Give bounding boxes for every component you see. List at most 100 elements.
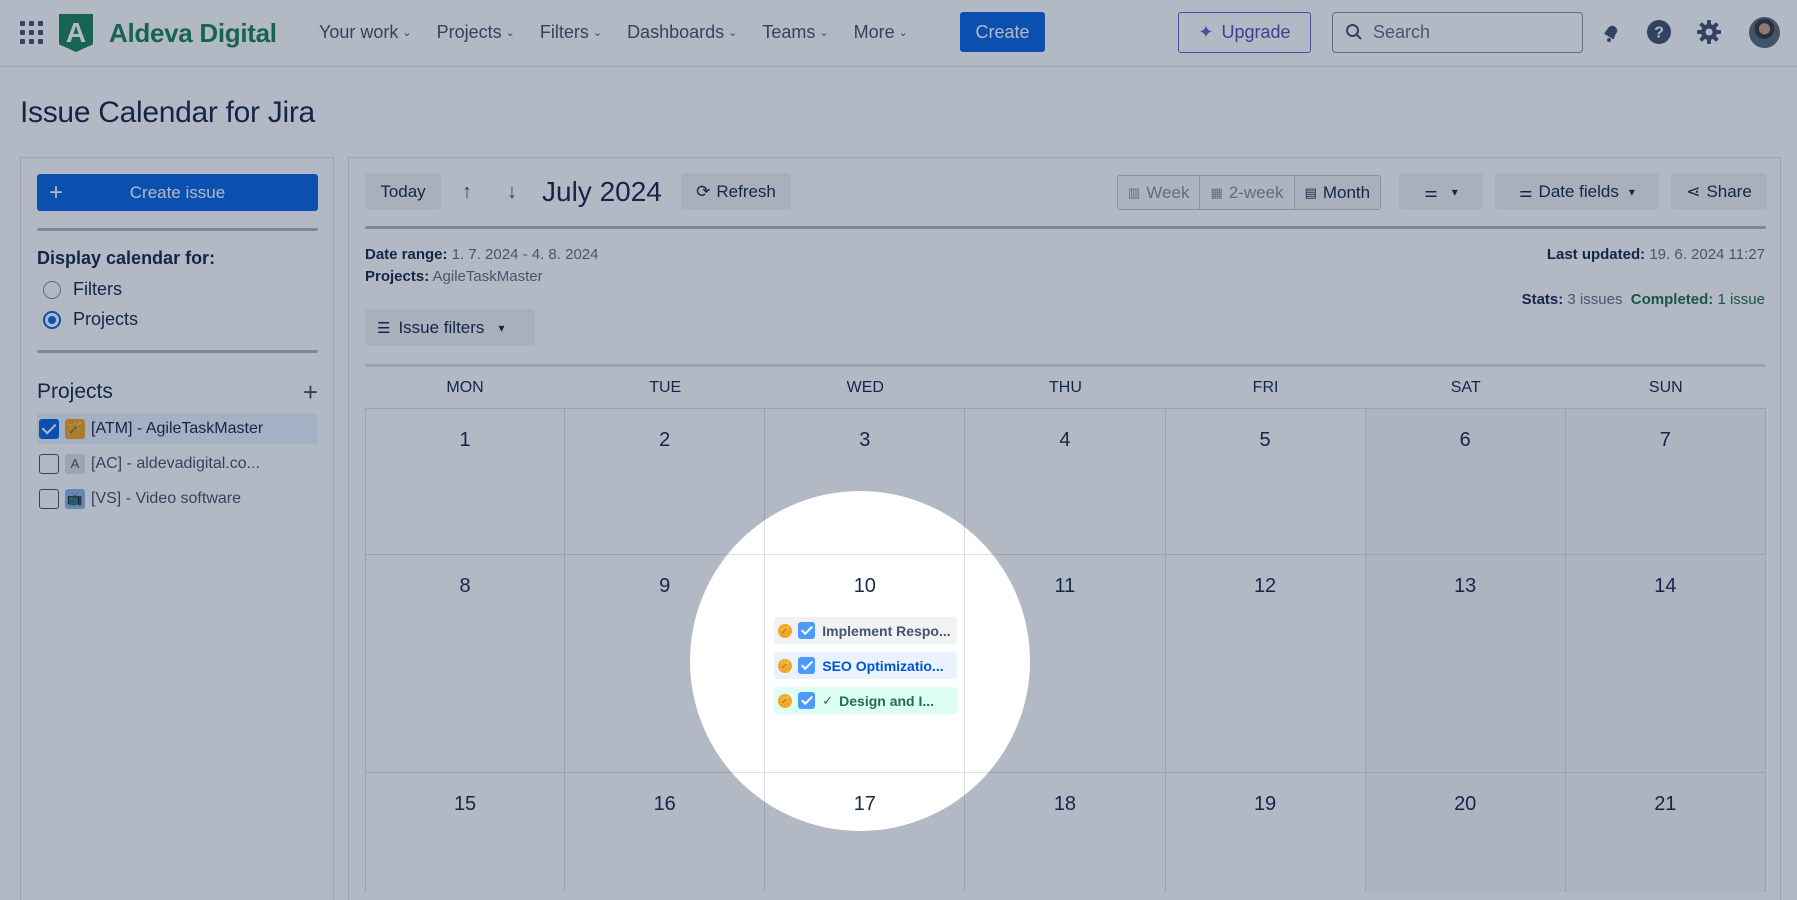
- user-avatar[interactable]: [1749, 17, 1780, 48]
- arrow-up-icon[interactable]: ↑: [455, 180, 479, 204]
- view-month-button[interactable]: ▤ Month: [1294, 176, 1381, 209]
- top-navigation: A Aldeva Digital Your work ⌄ Projects ⌄ Fi…: [0, 0, 1797, 67]
- create-issue-button[interactable]: + Create issue: [37, 174, 318, 211]
- radio-button-selected[interactable]: [43, 310, 61, 329]
- radio-projects[interactable]: Projects: [43, 309, 138, 330]
- week-view-icon: ▥: [1128, 184, 1141, 200]
- calendar-day[interactable]: 15: [365, 773, 566, 892]
- create-button[interactable]: Create: [960, 12, 1045, 52]
- menu-more[interactable]: More ⌄: [854, 20, 908, 44]
- divider: [365, 226, 1766, 229]
- calendar-day[interactable]: 10 🪄 Implement Respo... 🪄 SEO Optimizati…: [765, 555, 966, 772]
- calendar-day[interactable]: 2: [565, 409, 766, 554]
- calendar-day[interactable]: 8: [365, 555, 566, 772]
- date-fields-button[interactable]: ⚌ Date fields ▾: [1495, 173, 1659, 210]
- stats-value: 3 issues: [1567, 291, 1623, 308]
- two-week-view-icon: ▦: [1210, 184, 1223, 200]
- search-input[interactable]: Search: [1332, 12, 1583, 53]
- weekday-label: MON: [446, 379, 484, 396]
- calendar-event[interactable]: 🪄 SEO Optimizatio...: [774, 652, 958, 679]
- day-number: 16: [653, 793, 676, 815]
- brand-logo[interactable]: A Aldeva Digital: [59, 14, 277, 52]
- menu-teams[interactable]: Teams ⌄: [762, 20, 828, 44]
- radio-button[interactable]: [43, 280, 61, 299]
- plus-icon: +: [49, 179, 64, 206]
- divider: [37, 350, 318, 353]
- project-label: [AC] - aldevadigital.co...: [91, 454, 260, 472]
- calendar-day[interactable]: 18: [965, 773, 1166, 892]
- issue-filters-label: Issue filters: [398, 317, 485, 337]
- day-number: 14: [1654, 575, 1677, 597]
- menu-projects[interactable]: Projects ⌄: [437, 20, 515, 44]
- filter-icon: ☰: [377, 319, 391, 337]
- calendar-day[interactable]: 13: [1365, 555, 1566, 772]
- display-settings-button[interactable]: ⚌ ▾: [1399, 173, 1483, 210]
- upgrade-label: Upgrade: [1221, 22, 1291, 42]
- calendar-event[interactable]: 🪄 Implement Respo...: [774, 617, 958, 644]
- stats: Stats: 3 issues Completed: 1 issue: [1522, 291, 1765, 308]
- menu-your-work[interactable]: Your work ⌄: [319, 20, 412, 44]
- calendar-day[interactable]: 5: [1166, 409, 1366, 554]
- chevron-down-icon: ⌄: [402, 26, 412, 39]
- notifications-bell-icon[interactable]: [1597, 18, 1625, 46]
- search-placeholder: Search: [1373, 22, 1431, 42]
- day-number: 21: [1654, 793, 1677, 815]
- project-checkbox[interactable]: [39, 418, 59, 439]
- upgrade-button[interactable]: ✦ Upgrade: [1178, 12, 1311, 53]
- project-checkbox[interactable]: [39, 488, 59, 509]
- day-number: 19: [1253, 793, 1277, 815]
- project-item-vs[interactable]: 📺 [VS] - Video software: [37, 483, 318, 514]
- main-menu: Your work ⌄ Projects ⌄ Filters ⌄ Dashboards…: [319, 20, 933, 44]
- calendar-day[interactable]: 9: [565, 555, 766, 772]
- last-updated: Last updated: 19. 6. 2024 11:27: [1547, 246, 1765, 263]
- day-number: 10: [853, 575, 876, 597]
- calendar-day[interactable]: 16: [565, 773, 766, 892]
- last-updated-value: 19. 6. 2024 11:27: [1649, 246, 1765, 263]
- display-calendar-label: Display calendar for:: [37, 248, 216, 268]
- app-switcher-icon[interactable]: [19, 20, 43, 44]
- calendar-day[interactable]: 3: [765, 409, 966, 554]
- issue-filters-button[interactable]: ☰ Issue filters ▾: [365, 309, 535, 346]
- calendar-day[interactable]: 20: [1365, 773, 1566, 892]
- day-number: 12: [1253, 575, 1277, 597]
- project-checkbox[interactable]: [39, 453, 59, 474]
- calendar-event[interactable]: 🪄 ✓ Design and I...: [774, 687, 958, 714]
- calendar-day[interactable]: 21: [1565, 773, 1766, 892]
- projects-info-label: Projects:: [365, 268, 430, 285]
- calendar-day[interactable]: 7: [1565, 409, 1766, 554]
- calendar-day[interactable]: 19: [1166, 773, 1366, 892]
- date-fields-label: Date fields: [1538, 181, 1619, 201]
- completed-value: 1 issue: [1717, 291, 1765, 308]
- chevron-down-icon: ⌄: [898, 26, 908, 39]
- calendar-day[interactable]: 14: [1565, 555, 1766, 772]
- day-number: 18: [1053, 793, 1077, 815]
- view-2week-button[interactable]: ▦ 2-week: [1200, 176, 1295, 209]
- calendar-day[interactable]: 6: [1365, 409, 1566, 554]
- project-badge-icon: 🪄: [778, 658, 793, 673]
- add-project-icon[interactable]: +: [303, 379, 318, 405]
- calendar-day[interactable]: 1: [365, 409, 566, 554]
- radio-filters[interactable]: Filters: [43, 279, 122, 300]
- arrow-down-icon[interactable]: ↓: [500, 180, 524, 204]
- project-item-ac[interactable]: A [AC] - aldevadigital.co...: [37, 448, 318, 479]
- view-week-button[interactable]: ▥ Week: [1118, 176, 1201, 209]
- project-item-atm[interactable]: 🪄 [ATM] - AgileTaskMaster: [37, 413, 318, 444]
- calendar-day[interactable]: 17: [765, 773, 966, 892]
- today-button[interactable]: Today: [365, 173, 441, 210]
- project-label: [VS] - Video software: [91, 489, 241, 507]
- day-number: 11: [1054, 575, 1076, 597]
- brand-logo-icon: A: [59, 14, 93, 52]
- calendar-day[interactable]: 4: [965, 409, 1166, 554]
- weekday-label: THU: [1048, 379, 1082, 396]
- menu-dashboards[interactable]: Dashboards ⌄: [627, 20, 737, 44]
- settings-gear-icon[interactable]: [1695, 18, 1723, 46]
- refresh-button[interactable]: ⟳ Refresh: [681, 173, 791, 210]
- calendar-day[interactable]: 12: [1166, 555, 1366, 772]
- menu-filters[interactable]: Filters ⌄: [540, 20, 602, 44]
- calendar-day[interactable]: 11: [965, 555, 1166, 772]
- weekday-label: TUE: [649, 379, 682, 396]
- projects-header: Projects +: [37, 379, 318, 405]
- date-range: Date range: 1. 7. 2024 - 4. 8. 2024: [365, 246, 598, 263]
- help-icon[interactable]: ?: [1645, 18, 1673, 46]
- share-button[interactable]: ⋖ Share: [1671, 173, 1767, 210]
